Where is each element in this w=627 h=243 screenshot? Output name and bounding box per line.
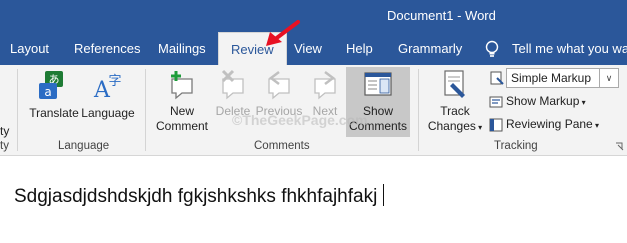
watermark: ©TheGeekPage.com	[232, 112, 368, 128]
document-text-line[interactable]: Sdgjasdjdshdskjdh fgkjshkshks fhkhfajhfa…	[14, 184, 385, 208]
group-divider	[418, 69, 419, 151]
tell-me-search[interactable]: Tell me what you wan	[512, 32, 627, 65]
ribbon-tab-bar: Layout References Mailings Review View H…	[0, 32, 627, 65]
partial-group-item[interactable]: ty	[0, 121, 9, 141]
review-ribbon: ty ty あ a Translate A 字 Language Languag…	[0, 65, 627, 156]
svg-text:a: a	[44, 85, 51, 99]
show-markup-label: Show Markup	[506, 94, 580, 108]
title-bar: Document1 - Word	[0, 0, 627, 32]
document-canvas[interactable]: Sdgjasdjdshdskjdh fgkjshkshks fhkhfajhfa…	[0, 156, 627, 243]
new-comment-line2: Comment	[155, 119, 208, 133]
translate-icon: あ a	[39, 71, 63, 99]
group-divider	[145, 69, 146, 151]
language-group-label: Language	[58, 140, 110, 152]
language-button[interactable]: A 字 Language	[80, 69, 136, 121]
markup-view-select[interactable]: Simple Markup ∨	[506, 68, 619, 88]
partial-group-label: ty	[0, 140, 9, 152]
track-changes-button[interactable]: Track Changes ▾	[424, 69, 486, 135]
track-changes-line2: Changes	[427, 119, 476, 133]
tracking-group-label: Tracking	[494, 140, 538, 152]
new-comment-button[interactable]: New Comment	[152, 69, 212, 134]
previous-comment-icon	[268, 71, 290, 100]
track-changes-icon	[444, 70, 465, 98]
show-comments-icon	[364, 72, 392, 96]
translate-button[interactable]: あ a Translate	[28, 69, 80, 121]
text-cursor	[383, 184, 385, 206]
document-text: Sdgjasdjdshdskjdh fgkjshkshks fhkhfajhfa…	[14, 186, 378, 207]
markup-view-value: Simple Markup	[511, 71, 592, 85]
tab-references[interactable]: References	[74, 32, 140, 65]
new-comment-line1: New	[169, 104, 194, 118]
reviewing-pane-icon	[489, 118, 503, 132]
dialog-launcher-icon[interactable]	[615, 142, 624, 151]
new-comment-icon	[171, 71, 193, 100]
tab-layout[interactable]: Layout	[10, 32, 49, 65]
svg-text:字: 字	[108, 74, 121, 89]
red-pointer-arrow-icon	[266, 20, 300, 46]
window-title: Document1 - Word	[387, 8, 496, 23]
tab-grammarly[interactable]: Grammarly	[398, 32, 462, 65]
language-icon: A 字	[93, 74, 121, 103]
track-changes-line1: Track	[440, 104, 470, 118]
show-markup-icon	[489, 96, 503, 108]
tab-mailings[interactable]: Mailings	[158, 32, 206, 65]
reviewing-pane-label: Reviewing Pane	[506, 117, 593, 131]
reviewing-pane-button[interactable]: Reviewing Pane ▾	[489, 114, 599, 134]
tab-help[interactable]: Help	[346, 32, 373, 65]
comments-group-label: Comments	[254, 140, 310, 152]
next-comment-icon	[314, 71, 336, 100]
lightbulb-icon[interactable]	[484, 40, 500, 58]
chevron-down-icon[interactable]: ∨	[599, 69, 618, 87]
show-markup-button[interactable]: Show Markup ▾	[489, 91, 586, 111]
delete-comment-icon	[221, 69, 244, 100]
translate-label: Translate	[29, 106, 79, 120]
language-label: Language	[81, 106, 135, 120]
group-divider	[17, 69, 18, 151]
